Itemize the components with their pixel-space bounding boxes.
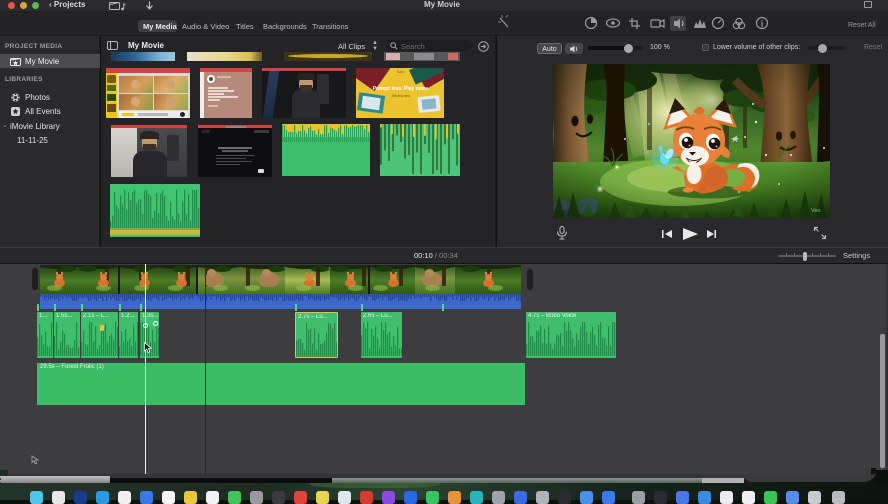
svg-text:Veo: Veo [811, 208, 820, 214]
